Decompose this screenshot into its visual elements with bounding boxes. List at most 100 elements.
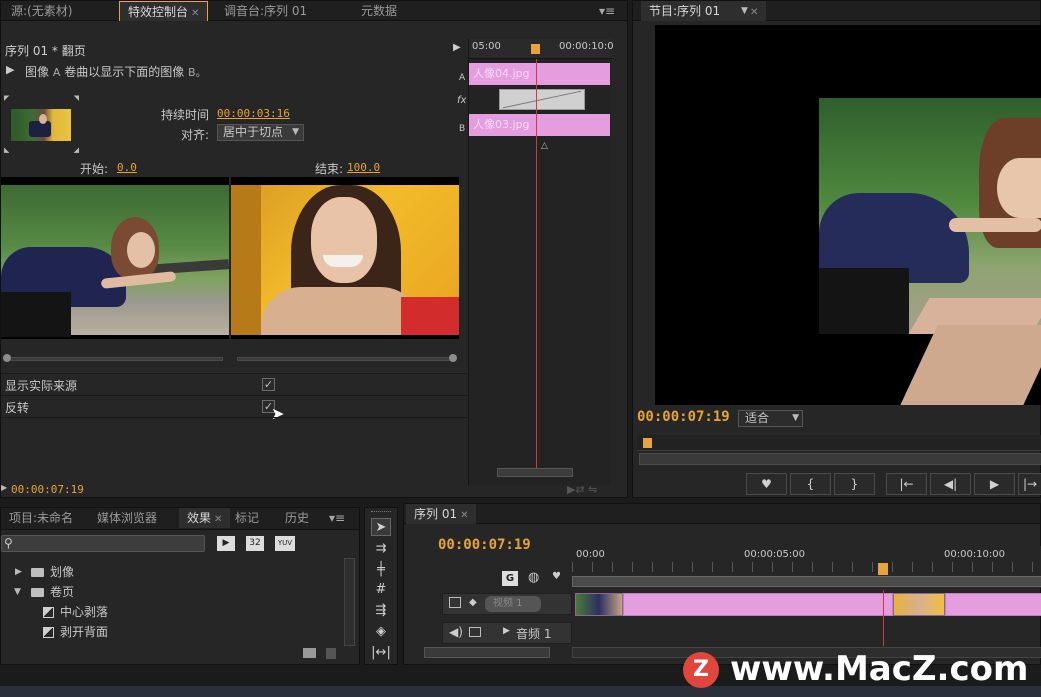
program-monitor-panel: 节目:序列 01 ▼ ✕ 00:00:07:19 适合 ▼ ♥ { } |← ◀|… — [632, 0, 1041, 498]
rate-stretch-tool-icon[interactable]: ⇶ — [371, 602, 391, 620]
mini-ruler: 05:00 00:00:10:0 — [469, 39, 614, 59]
video-clip-1[interactable] — [575, 593, 623, 616]
tab-audio-mixer[interactable]: 调音台:序列 01 — [216, 1, 315, 21]
delete-icon[interactable] — [326, 648, 336, 659]
effect-controls-timecode[interactable]: 00:00:07:19 — [11, 483, 84, 496]
tab-project[interactable]: 项目:未命名 — [1, 508, 81, 528]
tree-item-peel-back[interactable]: 剥开背面 — [1, 622, 346, 642]
tools-grip — [371, 511, 391, 514]
tab-sequence[interactable]: 序列 01 ✕ — [406, 504, 477, 524]
mini-ruler-left: 05:00 — [472, 41, 501, 52]
tab-source[interactable]: 源:(无素材) — [3, 1, 80, 21]
timeline-playhead-line — [883, 590, 884, 646]
transition-icon — [43, 607, 54, 618]
end-preview-image — [231, 177, 459, 339]
slip-tool-icon[interactable]: |↔| — [371, 644, 391, 662]
start-preview-image — [1, 177, 229, 339]
playhead-marker[interactable] — [531, 44, 540, 54]
add-marker-button[interactable]: ♥ — [746, 473, 787, 495]
start-slider-handle[interactable] — [3, 354, 11, 362]
rolling-edit-tool-icon[interactable]: # — [371, 581, 391, 599]
end-value[interactable]: 100.0 — [347, 161, 380, 174]
close-icon[interactable]: ✕ — [191, 8, 199, 19]
track-select-tool-icon[interactable]: ⇉ — [371, 540, 391, 558]
align-dropdown[interactable]: 居中于切点 ▼ — [217, 124, 304, 141]
tab-effect-controls[interactable]: 特效控制台 ✕ — [119, 1, 209, 21]
marker-icon[interactable]: ♥ — [552, 571, 561, 582]
effects-search-input[interactable]: ⚲ — [1, 535, 205, 552]
end-slider[interactable] — [237, 357, 455, 361]
sequence-title: 序列 01 * 翻页 — [5, 44, 86, 58]
tab-markers[interactable]: 标记 — [227, 508, 267, 528]
mini-scrollbar[interactable] — [497, 468, 573, 477]
tab-media-browser[interactable]: 媒体浏览器 — [89, 508, 165, 528]
project-tabbar: 项目:未命名 媒体浏览器 效果 ✕ 标记 历史 ▾≡ — [1, 508, 359, 530]
tree-item-page-peel[interactable]: ▼ 卷页 — [1, 582, 346, 602]
step-forward-button[interactable]: |→ — [1018, 473, 1041, 495]
end-slider-handle[interactable] — [449, 354, 457, 362]
tree-item-iris[interactable]: ▶ 划像 — [1, 562, 346, 582]
chevron-right-icon[interactable]: ▶ — [15, 562, 22, 582]
snap-icon[interactable]: G — [502, 571, 518, 586]
video-track-label[interactable]: 视频 1 — [485, 596, 541, 612]
panel-menu-icon[interactable]: ▾≡ — [321, 508, 353, 528]
video-clip-2[interactable] — [893, 593, 945, 616]
chevron-down-icon[interactable]: ▼ — [14, 582, 21, 602]
work-area-bar[interactable] — [572, 576, 1041, 587]
effects-scrollbar[interactable] — [344, 558, 355, 646]
show-actual-sources-label: 显示实际来源 — [5, 379, 78, 393]
lock-icon[interactable]: ◆ — [469, 597, 477, 608]
timeline-ruler[interactable]: 00:00 00:00:05:00 00:00:10:00 — [572, 546, 1041, 588]
video-clip-3[interactable] — [945, 593, 1041, 616]
mark-in-button[interactable]: { — [790, 473, 831, 495]
close-icon[interactable]: ✕ — [460, 510, 468, 521]
razor-tool-icon[interactable]: ◈ — [371, 623, 391, 641]
clip-a[interactable]: 人像04.jpg — [469, 63, 610, 85]
32bit-effects-icon[interactable]: 32 — [246, 536, 264, 551]
ruler-ticks — [572, 562, 1041, 572]
start-slider[interactable] — [5, 357, 223, 361]
audio-track-label: 音频 1 — [516, 627, 552, 641]
yuv-effects-icon[interactable]: YUV — [275, 536, 295, 551]
show-actual-sources-checkbox[interactable]: ✓ — [262, 378, 275, 391]
chevron-right-icon[interactable]: ▶ — [503, 626, 510, 636]
go-to-in-button[interactable]: |← — [886, 473, 927, 495]
accelerated-effects-icon[interactable]: ▶ — [217, 536, 235, 551]
duration-value[interactable]: 00:00:03:16 — [217, 107, 290, 120]
speaker-icon[interactable]: ◀) — [449, 625, 463, 639]
chevron-down-icon: ▼ — [292, 127, 299, 137]
video-clip-transition[interactable] — [623, 593, 893, 616]
selection-tool-icon[interactable]: ➤ — [371, 518, 391, 536]
tree-item-label: 卷页 — [50, 585, 75, 599]
sync-lock-icon[interactable] — [469, 627, 481, 637]
step-back-button[interactable]: ◀| — [930, 473, 971, 495]
clip-b[interactable]: 人像03.jpg — [469, 114, 610, 136]
tab-history[interactable]: 历史 — [277, 508, 317, 528]
close-icon[interactable]: ✕ — [214, 514, 222, 525]
transport-mini-icons[interactable]: ▶⇄ ⇋ — [567, 483, 597, 496]
timeline-playhead-marker[interactable] — [878, 563, 888, 575]
play-transition-icon[interactable]: ▶ — [6, 63, 14, 76]
timeline-scrollbar[interactable] — [424, 647, 550, 658]
timeline-timecode[interactable]: 00:00:07:19 — [438, 537, 531, 553]
track-a-label: A — [459, 73, 466, 83]
clip-a-label: 人像04.jpg — [473, 67, 530, 80]
tab-metadata[interactable]: 元数据 — [353, 1, 405, 21]
ripple-edit-tool-icon[interactable]: ╪ — [371, 561, 391, 579]
start-value[interactable]: 0.0 — [117, 161, 137, 174]
toggle-track-output-icon[interactable] — [449, 597, 461, 608]
end-label: 结束: — [315, 162, 344, 176]
mark-out-button[interactable]: } — [834, 473, 875, 495]
panel-menu-icon[interactable]: ▾≡ — [591, 1, 623, 21]
play-button[interactable]: ▶ — [974, 473, 1015, 495]
tab-effects[interactable]: 效果 ✕ — [179, 508, 231, 528]
video-track-header: ◆ 视频 1 — [442, 593, 572, 615]
keyframe-icon[interactable]: ◍ — [528, 570, 539, 585]
ruler-label: 00:00:10:00 — [944, 549, 1006, 560]
folder-icon — [31, 568, 44, 577]
new-bin-icon[interactable] — [303, 648, 316, 658]
tree-item-center-peel[interactable]: 中心剥落 — [1, 602, 346, 622]
watermark-logo: Z — [683, 652, 719, 688]
play-icon[interactable]: ▶ — [453, 42, 461, 53]
transition-block[interactable] — [499, 89, 585, 110]
